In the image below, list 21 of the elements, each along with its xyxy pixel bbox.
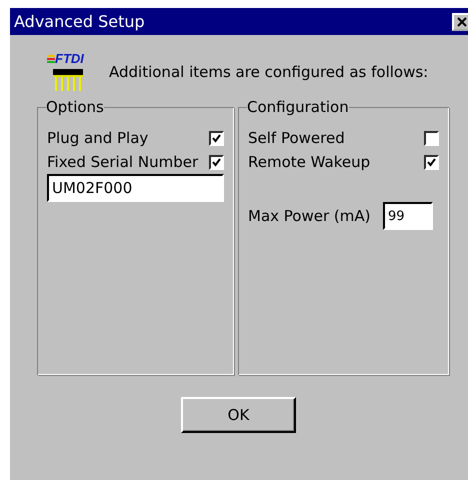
- close-icon: [457, 16, 467, 26]
- max-power-field[interactable]: 99: [383, 202, 433, 230]
- checkbox-label: Fixed Serial Number: [47, 153, 198, 171]
- serial-number-field[interactable]: UM02F000: [47, 174, 224, 202]
- checkbox-label: Plug and Play: [47, 129, 148, 147]
- chip-icon: [53, 69, 83, 91]
- stripes-icon: [47, 55, 55, 63]
- logo-text: FTDI: [55, 51, 84, 66]
- checkbox-label: Self Powered: [248, 129, 345, 147]
- checkbox[interactable]: [424, 130, 439, 146]
- group-title: Configuration: [247, 98, 349, 116]
- close-button[interactable]: [452, 12, 468, 30]
- ok-button[interactable]: OK: [181, 397, 296, 433]
- checkbox-label: Remote Wakeup: [248, 153, 370, 171]
- window-title: Advanced Setup: [14, 12, 145, 31]
- checkbox[interactable]: [424, 154, 439, 170]
- field-label: Max Power (mA): [248, 207, 370, 225]
- message-text: Additional items are configured as follows:: [109, 63, 428, 81]
- group-title: Options: [46, 98, 104, 116]
- checkbox[interactable]: [209, 130, 224, 146]
- checkbox[interactable]: [209, 154, 224, 170]
